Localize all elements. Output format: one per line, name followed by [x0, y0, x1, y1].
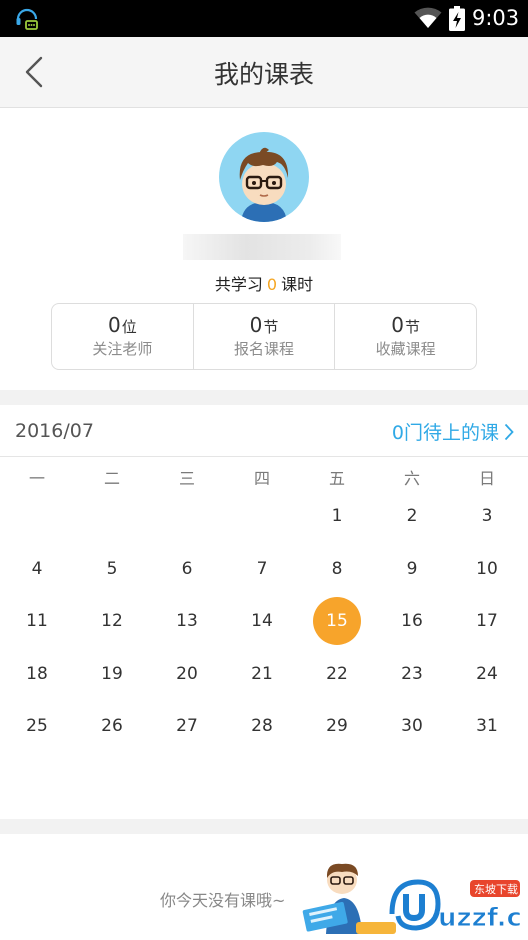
- stats-box: 0位 关注老师 0节 报名课程 0节 收藏课程: [51, 303, 477, 370]
- calendar-day[interactable]: 31: [463, 702, 511, 750]
- study-hours-prefix: 共学习: [214, 275, 263, 294]
- calendar-day[interactable]: 25: [13, 702, 61, 750]
- enrolled-courses-stat[interactable]: 0节 报名课程: [194, 304, 336, 369]
- calendar-day[interactable]: 3: [463, 492, 511, 540]
- watermark-tag: 东坡下载: [474, 883, 518, 896]
- followed-teachers-stat[interactable]: 0位 关注老师: [52, 304, 194, 369]
- calendar-day[interactable]: 26: [88, 702, 136, 750]
- stat-value: 0: [249, 313, 263, 337]
- profile-card: 共学习 0 课时 0位 关注老师 0节 报名课程 0节 收藏课程: [0, 108, 528, 390]
- stat-label: 关注老师: [92, 340, 153, 358]
- page-title: 我的课表: [213, 60, 314, 89]
- calendar-day[interactable]: 24: [463, 650, 511, 698]
- no-class-message: 你今天没有课哦~: [160, 891, 286, 910]
- stat-unit: 节: [405, 318, 421, 336]
- calendar-day[interactable]: 2: [388, 492, 436, 540]
- calendar-day[interactable]: 30: [388, 702, 436, 750]
- avatar[interactable]: [219, 132, 309, 222]
- calendar-day[interactable]: 11: [13, 597, 61, 645]
- stat-unit: 节: [263, 318, 279, 336]
- stat-label: 收藏课程: [375, 340, 436, 358]
- stat-value: 0: [107, 313, 121, 337]
- calendar-day[interactable]: 20: [163, 650, 211, 698]
- calendar-day[interactable]: 13: [163, 597, 211, 645]
- calendar-day[interactable]: 21: [238, 650, 286, 698]
- status-bar: 9:03: [0, 0, 528, 37]
- calendar-day[interactable]: 12: [88, 597, 136, 645]
- empty-state: 你今天没有课哦~ uzzf.com 东坡下载: [0, 834, 528, 940]
- calendar-day[interactable]: 8: [313, 545, 361, 593]
- calendar-day[interactable]: 10: [463, 545, 511, 593]
- calendar-day[interactable]: 1: [313, 492, 361, 540]
- wifi-icon: [414, 7, 442, 29]
- calendar-day[interactable]: 23: [388, 650, 436, 698]
- calendar-day[interactable]: 5: [88, 545, 136, 593]
- calendar-day[interactable]: 27: [163, 702, 211, 750]
- calendar-day[interactable]: 14: [238, 597, 286, 645]
- day-grid: 1 2 3 4 5 6 7 8 9 10 11 12 13 14 15 16 17 18 19 20 21 22 23 24 2…: [0, 405, 528, 819]
- calendar-day[interactable]: 19: [88, 650, 136, 698]
- favorite-courses-stat[interactable]: 0节 收藏课程: [335, 304, 476, 369]
- watermark-text: uzzf.com: [438, 903, 522, 933]
- calendar-day[interactable]: 29: [313, 702, 361, 750]
- calendar-day[interactable]: 18: [13, 650, 61, 698]
- calendar-day[interactable]: 17: [463, 597, 511, 645]
- calendar-day[interactable]: 7: [238, 545, 286, 593]
- battery-charging-icon: [449, 6, 465, 31]
- calendar-day[interactable]: 6: [163, 545, 211, 593]
- uzzf-watermark-logo: uzzf.com 东坡下载: [389, 879, 522, 934]
- calendar-day[interactable]: 16: [388, 597, 436, 645]
- calendar-day-today[interactable]: 15: [313, 597, 361, 646]
- calendar-day[interactable]: 4: [13, 545, 61, 593]
- studying-boy-illustration: [302, 863, 396, 934]
- title-bar: 我的课表: [0, 37, 528, 108]
- calendar: 2016/07 0门待上的课 一二三四五六日 1 2 3 4 5 6 7 8 9 10 11 12 13…: [0, 405, 528, 819]
- study-hours-suffix: 课时: [281, 275, 314, 294]
- chat-headset-icon: [16, 8, 38, 30]
- study-hours: 共学习 0 课时: [0, 271, 528, 295]
- stat-label: 报名课程: [234, 340, 295, 358]
- blurred-username: [183, 234, 341, 260]
- calendar-day[interactable]: 28: [238, 702, 286, 750]
- stat-unit: 位: [121, 318, 137, 336]
- calendar-day[interactable]: 22: [313, 650, 361, 698]
- avatar-boy-icon: [239, 147, 289, 222]
- study-hours-value: 0: [266, 275, 278, 294]
- clock: 9:03: [472, 6, 520, 30]
- stat-value: 0: [391, 313, 405, 337]
- calendar-day[interactable]: 9: [388, 545, 436, 593]
